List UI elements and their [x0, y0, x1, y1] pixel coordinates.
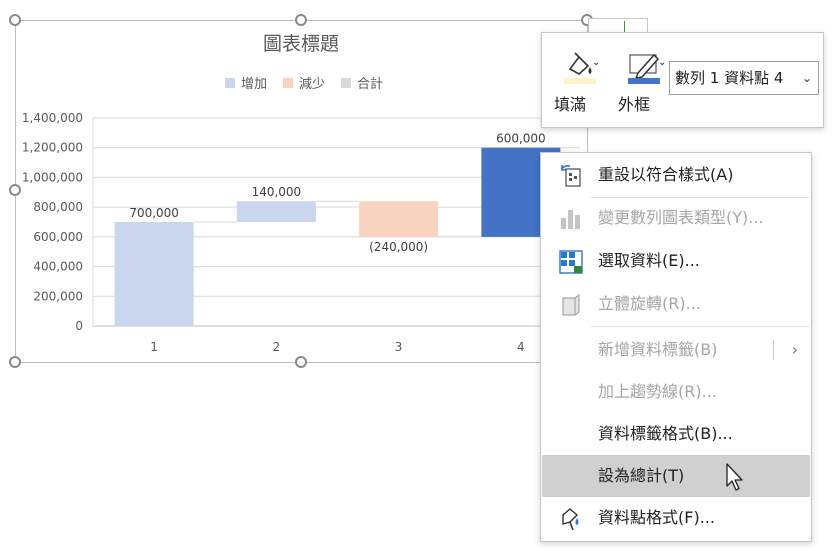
outline-color-bar [628, 78, 660, 84]
menu-item-label: 設為總計(T) [598, 466, 685, 485]
menu-item-label: 變更數列圖表類型(Y)... [598, 208, 764, 227]
chart-elements-button-edge [588, 18, 648, 33]
menu-separator [591, 197, 809, 198]
outline-dropdown-chevron-icon[interactable]: ⌄ [658, 57, 666, 68]
resize-handle-bottom[interactable] [295, 356, 307, 368]
chart-type-icon [561, 210, 580, 229]
chevron-down-icon: ⌄ [801, 71, 812, 85]
chevron-right-icon[interactable]: › [792, 329, 798, 371]
menu-item-5[interactable]: 新增資料標籤(B) › [542, 329, 810, 371]
chart-element-selector[interactable]: 數列 1 資料點 4 ⌄ [669, 61, 819, 95]
resize-handle-top-left[interactable] [9, 14, 21, 26]
menu-item-label: 選取資料(E)... [598, 251, 700, 270]
menu-item-3[interactable]: 選取資料(E)... [542, 240, 810, 282]
menu-item-1[interactable]: 重設以符合樣式(A) [542, 154, 810, 196]
chart-frame[interactable] [15, 20, 588, 363]
mouse-cursor-icon [726, 463, 743, 491]
menu-item-8[interactable]: 設為總計(T) [542, 455, 810, 497]
menu-item-4[interactable]: 立體旋轉(R)... [542, 283, 810, 325]
resize-handle-left[interactable] [9, 184, 21, 196]
resize-handle-bottom-left[interactable] [9, 356, 21, 368]
fill-dropdown-chevron-icon[interactable]: ⌄ [592, 57, 600, 68]
fill-label: 填滿 [554, 95, 587, 114]
menu-item-label: 重設以符合樣式(A) [598, 165, 734, 184]
menu-item-label: 新增資料標籤(B) [598, 340, 718, 359]
menu-item-9[interactable]: 資料點格式(F)... [542, 497, 810, 539]
select-data-icon [559, 250, 583, 274]
reset-style-icon [561, 165, 581, 187]
context-menu: 重設以符合樣式(A) 變更數列圖表類型(Y)... 選取資料(E)... 立體旋轉(R… [540, 152, 812, 542]
submenu-divider [773, 340, 774, 360]
menu-separator [591, 326, 809, 327]
fill-button[interactable]: ⌄ 填滿 [554, 41, 602, 121]
format-point-icon [562, 508, 579, 531]
menu-item-6[interactable]: 加上趨勢線(R)... [542, 371, 810, 413]
rotation-3d-icon [562, 293, 580, 316]
resize-handle-top[interactable] [295, 14, 307, 26]
fill-color-bar [564, 78, 596, 84]
menu-item-label: 資料點格式(F)... [598, 508, 715, 527]
mini-toolbar: ⌄ 填滿 ⌄ 外框 數列 1 資料點 4 ⌄ [541, 32, 824, 128]
outline-label: 外框 [618, 95, 651, 114]
menu-item-7[interactable]: 資料標籤格式(B)... [542, 413, 810, 455]
menu-item-2[interactable]: 變更數列圖表類型(Y)... [542, 197, 810, 239]
outline-button[interactable]: ⌄ 外框 [618, 41, 666, 121]
selected-element-text: 數列 1 資料點 4 [675, 69, 784, 87]
menu-item-label: 資料標籤格式(B)... [598, 424, 733, 443]
menu-item-label: 立體旋轉(R)... [598, 294, 701, 313]
menu-item-label: 加上趨勢線(R)... [598, 382, 717, 401]
